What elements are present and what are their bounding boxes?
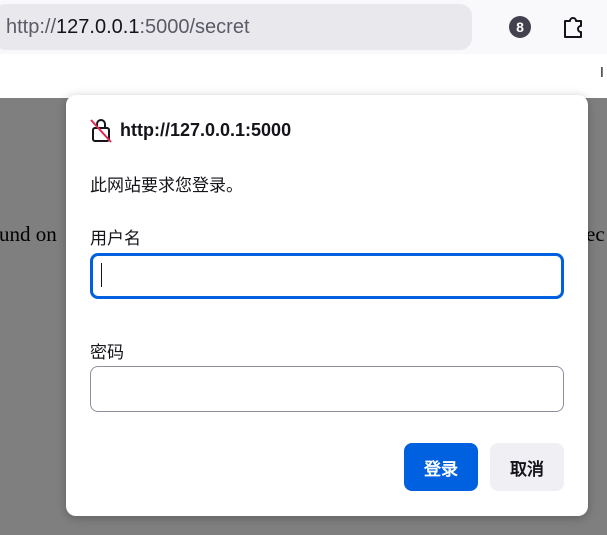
notification-badge[interactable]: 8 bbox=[509, 16, 531, 38]
url-scheme: http:// bbox=[6, 15, 57, 38]
url-path: :5000/secret bbox=[139, 15, 250, 38]
page-body-text-left: und on bbox=[0, 222, 57, 246]
url-host: 127.0.0.1 bbox=[56, 15, 140, 38]
puzzle-piece-icon[interactable] bbox=[560, 13, 586, 39]
password-field[interactable] bbox=[90, 366, 564, 412]
browser-toolbar: http://127.0.0.1:5000/secret 8 bbox=[0, 0, 607, 54]
bookmarks-strip bbox=[0, 54, 607, 98]
cancel-button[interactable]: 取消 bbox=[490, 443, 564, 491]
login-button[interactable]: 登录 bbox=[404, 443, 478, 491]
text-caret bbox=[101, 263, 102, 287]
password-label: 密码 bbox=[90, 343, 124, 363]
username-label: 用户名 bbox=[90, 229, 141, 249]
dialog-message: 此网站要求您登录。 bbox=[90, 176, 243, 196]
dialog-origin: http://127.0.0.1:5000 bbox=[90, 117, 291, 143]
dialog-origin-text: http://127.0.0.1:5000 bbox=[120, 119, 292, 140]
url-bar[interactable]: http://127.0.0.1:5000/secret bbox=[0, 4, 472, 50]
page-body-text-right: ec bbox=[586, 222, 605, 246]
lock-slash-icon bbox=[90, 119, 112, 143]
username-field[interactable] bbox=[90, 253, 564, 299]
bookmark-item-partial-right[interactable]: Ⅰ bbox=[600, 66, 604, 81]
auth-dialog: http://127.0.0.1:5000 此网站要求您登录。 用户名 密码 登… bbox=[66, 95, 588, 516]
